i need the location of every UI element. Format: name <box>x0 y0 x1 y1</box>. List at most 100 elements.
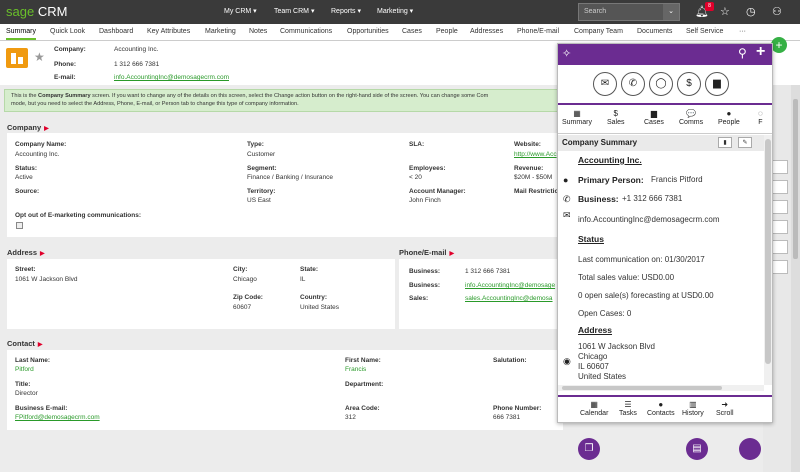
opt-out-checkbox[interactable] <box>16 222 23 229</box>
top-bar: sage CRM My CRM ▾ Team CRM ▾ Reports ▾ M… <box>0 0 800 24</box>
tab-cases[interactable]: Cases <box>402 28 422 35</box>
address-heading: Address <box>578 325 613 335</box>
mail-restriction-label: Mail Restrictio <box>514 188 559 195</box>
address-section-title[interactable]: Address ▶ <box>7 248 45 257</box>
scroll-thumb[interactable] <box>793 99 798 259</box>
address-line-2: Chicago <box>578 352 608 361</box>
email-action-button[interactable]: ✉ <box>593 72 617 96</box>
contact-section-title[interactable]: Contact ▶ <box>7 339 43 348</box>
footer-scroll[interactable]: ➜ Scroll <box>716 400 734 417</box>
phone-action-button[interactable]: ✆ <box>621 72 645 96</box>
sidekick-scrollbar[interactable] <box>764 135 772 385</box>
tab-quick-look[interactable]: Quick Look <box>50 28 85 35</box>
tab-company-team[interactable]: Company Team <box>574 28 623 35</box>
business-email-link[interactable]: info.AccountingInc@demosage <box>465 282 555 289</box>
nav-more[interactable]: ◌ F <box>758 109 763 126</box>
revenue-value: $20M - $50M <box>514 174 553 181</box>
first-name-value[interactable]: Francis <box>345 366 366 373</box>
account-manager-value: John Finch <box>409 197 441 204</box>
tab-people[interactable]: People <box>436 28 458 35</box>
favorite-star-icon[interactable]: ★ <box>34 50 45 64</box>
company-panel <box>7 133 563 237</box>
sidekick-toggle-button[interactable] <box>739 438 761 460</box>
tab-key-attributes[interactable]: Key Attributes <box>147 28 190 35</box>
tab-phone-email[interactable]: Phone/E-mail <box>517 28 559 35</box>
search-icon[interactable]: ⚲ <box>738 46 747 60</box>
salutation-label: Salutation: <box>493 357 527 364</box>
add-icon[interactable]: + <box>756 43 765 61</box>
bookmark-icon[interactable]: ▮ <box>718 137 732 148</box>
person-icon: ● <box>726 109 732 118</box>
tab-summary[interactable]: Summary <box>6 28 36 40</box>
sales-email-link[interactable]: sales.AccountingInc@demosa <box>465 295 553 302</box>
tab-marketing[interactable]: Marketing <box>205 28 236 35</box>
star-icon[interactable]: ☆ <box>720 5 730 18</box>
first-name-label: First Name: <box>345 357 381 364</box>
website-link[interactable]: http://www.Acc <box>514 151 557 158</box>
last-name-value[interactable]: Pitford <box>15 366 34 373</box>
new-record-button[interactable]: + <box>771 37 787 53</box>
user-icon[interactable]: ⚇ <box>772 5 782 18</box>
header-company-label: Company: <box>54 46 86 53</box>
nav-sales[interactable]: $ Sales <box>607 109 625 126</box>
menu-marketing[interactable]: Marketing ▾ <box>377 7 413 15</box>
title-label: Title: <box>15 381 31 388</box>
title-value: Director <box>15 390 38 397</box>
menu-team-crm[interactable]: Team CRM ▾ <box>274 7 314 15</box>
nav-comms[interactable]: 💬 Comms <box>679 109 703 126</box>
nav-people[interactable]: ● People <box>718 109 740 126</box>
address-line-3: IL 60607 <box>578 362 609 371</box>
tab-bar: Summary Quick Look Dashboard Key Attribu… <box>0 24 800 41</box>
business-phone-value[interactable]: +1 312 666 7381 <box>622 194 682 203</box>
nav-cases[interactable]: ▆ Cases <box>644 109 664 126</box>
chat-action-button[interactable]: ◯ <box>649 72 673 96</box>
scroll-thumb[interactable] <box>562 386 722 390</box>
scroll-thumb[interactable] <box>765 139 771 364</box>
footer-contacts[interactable]: ● Contacts <box>647 400 675 417</box>
nav-summary[interactable]: ▦ Summary <box>562 109 592 126</box>
total-sales: Total sales value: USD0.00 <box>578 273 675 282</box>
primary-person-value[interactable]: Francis Pitford <box>651 175 703 184</box>
company-name-value: Accounting Inc. <box>15 151 60 158</box>
last-name-label: Last Name: <box>15 357 51 364</box>
clock-icon[interactable]: ◷ <box>746 5 756 18</box>
area-code-label: Area Code: <box>345 405 380 412</box>
menu-my-crm[interactable]: My CRM ▾ <box>224 7 257 15</box>
tab-documents[interactable]: Documents <box>637 28 672 35</box>
business-email-label: Business: <box>409 282 441 289</box>
window-switch-button[interactable]: ❐ <box>578 438 600 460</box>
contact-email-link[interactable]: FPitford@demosagecrm.com <box>15 414 100 421</box>
chevron-down-icon[interactable]: ⌄ <box>663 4 679 20</box>
menu-reports[interactable]: Reports ▾ <box>331 7 361 15</box>
sidekick-hscrollbar[interactable] <box>558 385 764 391</box>
phone-email-section-title[interactable]: Phone/E-mail ▶ <box>399 248 454 257</box>
sidekick-logo-icon: ✧ <box>562 48 572 60</box>
contact-email-label: Business E-mail: <box>15 405 68 412</box>
tab-more[interactable]: ··· <box>739 28 746 35</box>
case-action-button[interactable]: ▆ <box>705 72 729 96</box>
sidekick-footer: ▦ Calendar ☰ Tasks ● Contacts ▥ History ➜ Scr… <box>558 395 772 423</box>
tab-opportunities[interactable]: Opportunities <box>347 28 389 35</box>
tab-addresses[interactable]: Addresses <box>470 28 503 35</box>
header-email-link[interactable]: info.AccountingInc@demosagecrm.com <box>114 74 229 81</box>
tab-communications[interactable]: Communications <box>280 28 332 35</box>
revenue-label: Revenue: <box>514 165 544 172</box>
expand-arrow-icon: ▶ <box>449 251 455 257</box>
footer-calendar[interactable]: ▦ Calendar <box>580 400 608 417</box>
summary-email[interactable]: info.AccountingInc@demosagecrm.com <box>578 215 720 224</box>
map-pin-icon[interactable]: ◉ <box>563 356 571 367</box>
company-section-title[interactable]: Company ▶ <box>7 123 49 132</box>
app-logo[interactable]: sage CRM <box>6 4 67 19</box>
footer-history[interactable]: ▥ History <box>682 400 704 417</box>
document-button[interactable]: ▤ <box>686 438 708 460</box>
sales-action-button[interactable]: $ <box>677 72 701 96</box>
page-scrollbar[interactable] <box>791 85 800 472</box>
tab-dashboard[interactable]: Dashboard <box>99 28 133 35</box>
street-value: 1061 W Jackson Blvd <box>15 276 78 283</box>
footer-tasks[interactable]: ☰ Tasks <box>619 400 637 417</box>
search-input[interactable]: Search ⌄ <box>578 3 680 21</box>
tab-self-service[interactable]: Self Service <box>686 28 723 35</box>
tab-notes[interactable]: Notes <box>249 28 267 35</box>
edit-icon[interactable]: ✎ <box>738 137 752 148</box>
summary-company-name[interactable]: Accounting Inc. <box>578 155 642 165</box>
